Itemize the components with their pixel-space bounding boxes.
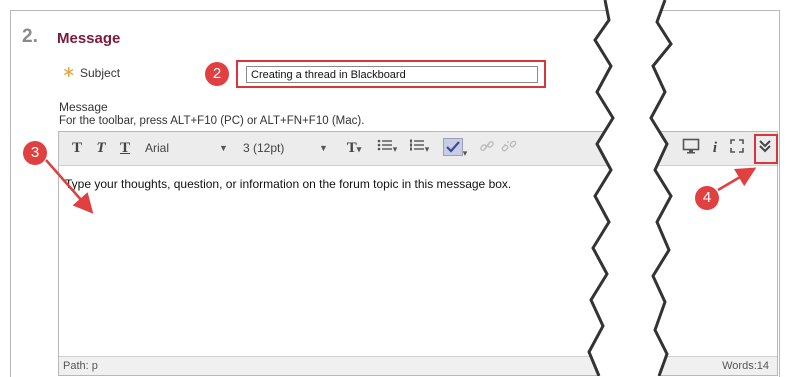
arrow-to-expand: [717, 167, 757, 192]
callout-arrows: [45, 159, 757, 214]
screenshot-frame: 2. Message ∗ Subject Message For the too…: [0, 0, 786, 377]
arrow-to-body: [45, 159, 94, 214]
